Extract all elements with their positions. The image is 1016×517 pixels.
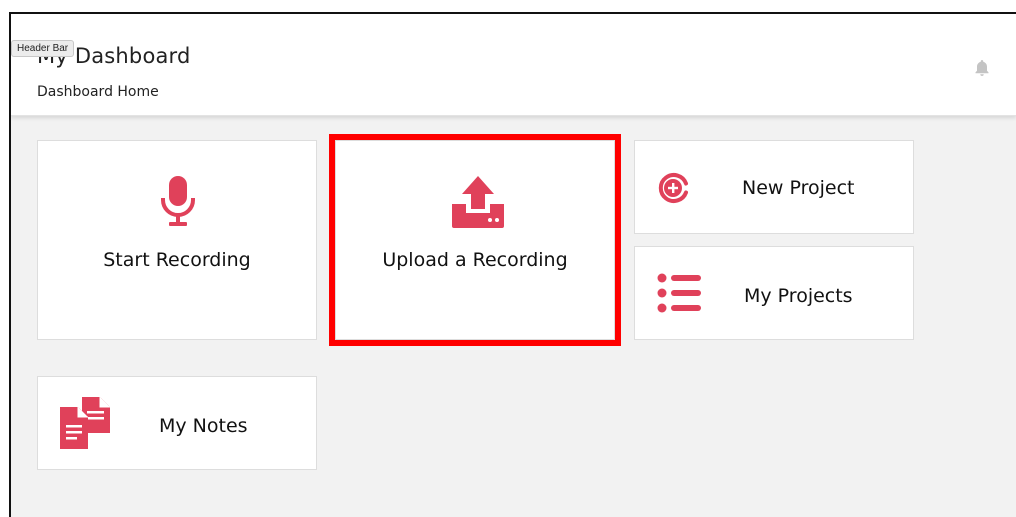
app-window: My Dashboard Dashboard Home Start Record… (9, 12, 1016, 517)
upload-recording-tile[interactable]: Upload a Recording (335, 140, 615, 340)
header-bar: My Dashboard Dashboard Home (11, 14, 1016, 116)
start-recording-tile[interactable]: Start Recording (37, 140, 317, 340)
my-notes-tile[interactable]: My Notes (37, 376, 317, 470)
my-projects-tile[interactable]: My Projects (634, 246, 914, 340)
my-notes-label: My Notes (159, 415, 248, 437)
header-bar-tooltip: Header Bar (11, 40, 75, 57)
upload-recording-label: Upload a Recording (382, 249, 568, 271)
start-recording-label: Start Recording (103, 249, 251, 271)
bell-icon[interactable] (972, 58, 992, 78)
breadcrumb[interactable]: Dashboard Home (37, 84, 159, 100)
plus-circle-icon (657, 171, 691, 205)
new-project-tile[interactable]: New Project (634, 140, 914, 234)
upload-icon (450, 176, 506, 228)
my-projects-label: My Projects (744, 285, 853, 307)
new-project-label: New Project (742, 177, 855, 199)
documents-icon (60, 397, 118, 451)
microphone-icon (160, 176, 196, 228)
list-icon (657, 273, 703, 313)
